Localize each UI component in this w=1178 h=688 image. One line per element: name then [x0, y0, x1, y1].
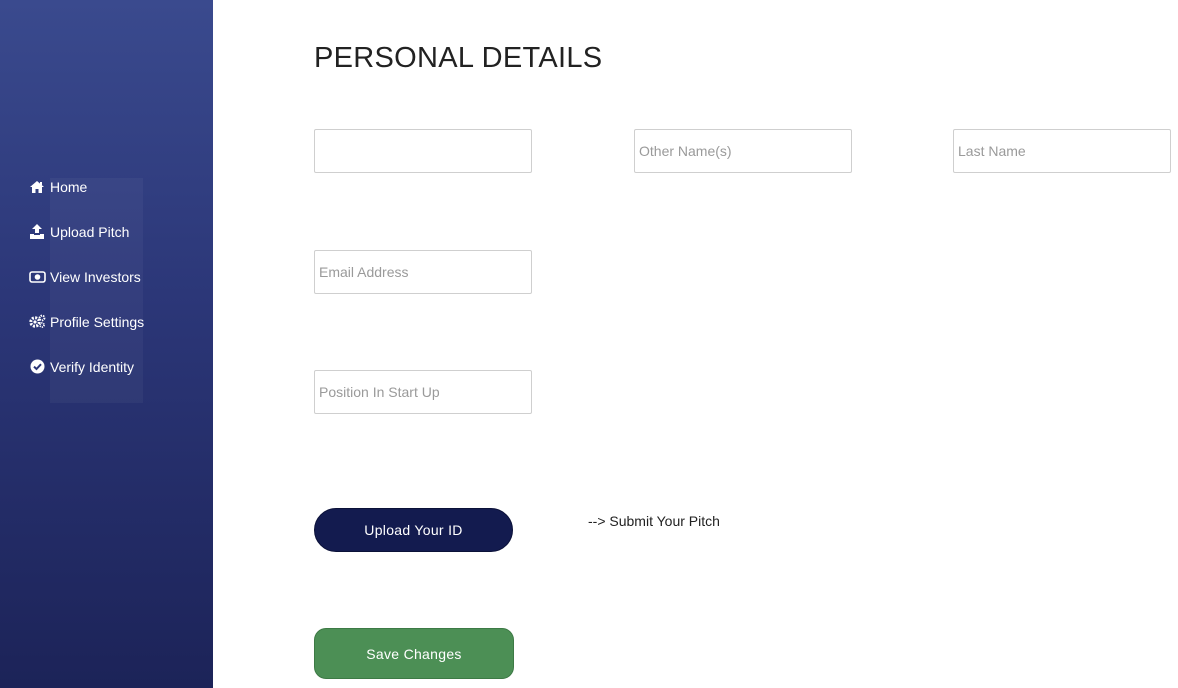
email-input[interactable]	[314, 250, 532, 294]
sidebar-nav: Home Upload Pitch View Investors Profile…	[28, 176, 144, 401]
sidebar-item-upload-pitch[interactable]: Upload Pitch	[28, 221, 144, 242]
gears-icon	[28, 314, 46, 330]
upload-id-button[interactable]: Upload Your ID	[314, 508, 513, 552]
first-name-input[interactable]	[314, 129, 532, 173]
sidebar-item-profile-settings[interactable]: Profile Settings	[28, 311, 144, 332]
save-changes-button[interactable]: Save Changes	[314, 628, 514, 679]
money-bill-icon	[28, 269, 46, 285]
sidebar-item-home[interactable]: Home	[28, 176, 144, 197]
sidebar-item-label: Upload Pitch	[50, 223, 130, 240]
sidebar-item-verify-identity[interactable]: Verify Identity	[28, 356, 144, 377]
last-name-input[interactable]	[953, 129, 1171, 173]
home-icon	[28, 179, 46, 195]
sidebar-item-label: Home	[50, 178, 88, 195]
sidebar-item-label: View Investors	[50, 268, 141, 285]
upload-icon	[28, 224, 46, 240]
other-names-input[interactable]	[634, 129, 852, 173]
position-input[interactable]	[314, 370, 532, 414]
submit-pitch-link[interactable]: --> Submit Your Pitch	[588, 513, 720, 529]
sidebar-item-label: Profile Settings	[50, 313, 145, 330]
page-title: PERSONAL DETAILS	[314, 42, 603, 74]
page: Home Upload Pitch View Investors Profile…	[0, 0, 1178, 688]
check-circle-icon	[28, 359, 46, 375]
sidebar: Home Upload Pitch View Investors Profile…	[0, 0, 213, 688]
sidebar-item-view-investors[interactable]: View Investors	[28, 266, 144, 287]
sidebar-item-label: Verify Identity	[50, 358, 135, 375]
